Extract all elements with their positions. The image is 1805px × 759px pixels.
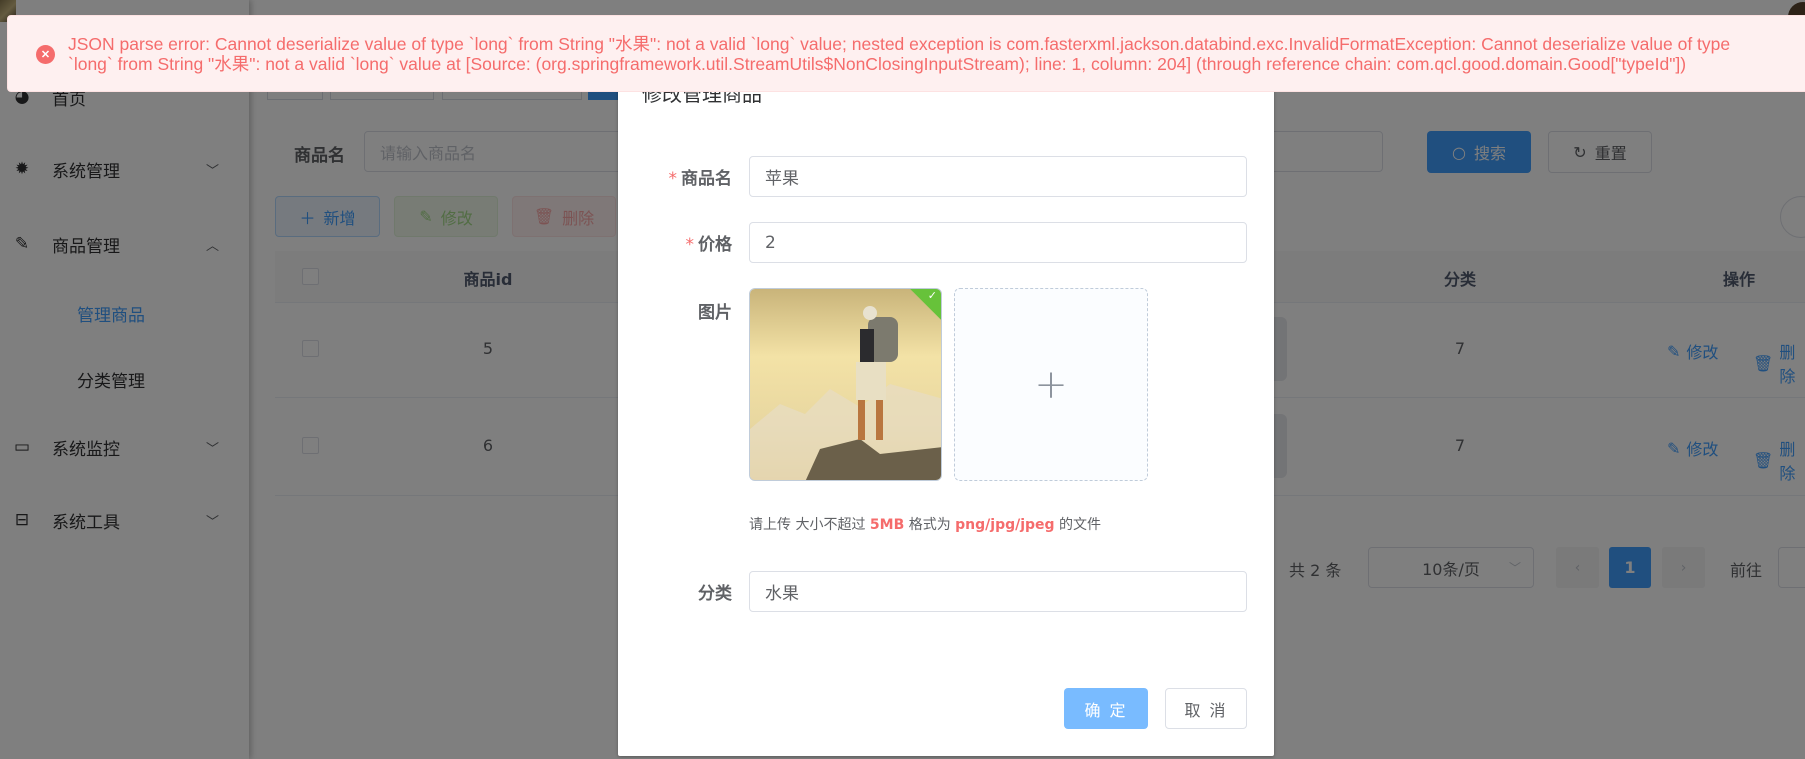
error-message: ✕ JSON parse error: Cannot deserialize v… [7, 15, 1805, 92]
error-message-line2: `long` from String "水果": not a valid `lo… [68, 54, 1687, 74]
upload-button[interactable]: + [954, 288, 1148, 481]
confirm-button[interactable]: 确 定 [1064, 688, 1148, 729]
category-input[interactable]: 水果 [749, 571, 1247, 612]
error-circle-icon: ✕ [36, 45, 55, 64]
edit-goods-dialog: 修改管理商品 ✕ *商品名 苹果 *价格 2 图片 ✓ + 请上传 大小不超过 … [618, 66, 1274, 756]
uploaded-image[interactable]: ✓ [749, 288, 942, 481]
error-message-line1: JSON parse error: Cannot deserialize val… [68, 34, 1731, 54]
category-label: 分类 [698, 584, 732, 604]
upload-hint: 请上传 大小不超过 5MB 格式为 png/jpg/jpeg 的文件 [749, 517, 1102, 533]
hiker-photo [750, 289, 941, 480]
image-label: 图片 [698, 303, 732, 323]
price-label: * 价格 [685, 235, 733, 255]
check-icon: ✓ [927, 289, 937, 302]
price-input[interactable]: 2 [749, 222, 1247, 263]
name-input[interactable]: 苹果 [749, 156, 1247, 197]
name-label: * 商品名 [668, 169, 733, 189]
cancel-button[interactable]: 取 消 [1165, 688, 1247, 729]
plus-icon: + [1034, 361, 1068, 408]
